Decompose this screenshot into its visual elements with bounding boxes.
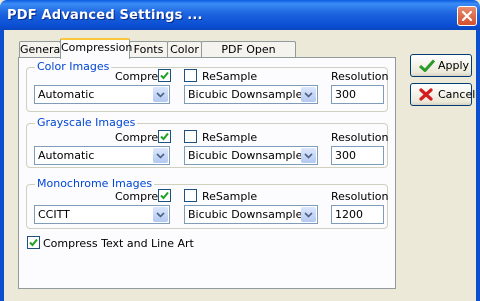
select-value: Bicubic Downsample xyxy=(188,88,303,101)
apply-button[interactable]: Apply xyxy=(410,54,472,77)
cancel-button[interactable]: Cancel xyxy=(410,83,476,106)
tab-pdf-open-options[interactable]: PDF Open Options xyxy=(201,41,296,71)
input-value: 300 xyxy=(335,88,356,101)
select-value: CCITT xyxy=(38,208,70,221)
color-method-select[interactable]: Automatic xyxy=(34,85,170,104)
close-button[interactable] xyxy=(457,6,477,26)
dropdown-button[interactable] xyxy=(301,148,316,163)
dropdown-button[interactable] xyxy=(153,87,168,102)
mono-method-select[interactable]: CCITT xyxy=(34,205,170,224)
chevron-down-icon xyxy=(304,92,313,98)
chevron-down-icon xyxy=(304,212,313,218)
color-resample-checkbox[interactable] xyxy=(184,69,197,82)
resample-label: ReSample xyxy=(202,190,258,203)
group-title: Color Images xyxy=(35,60,112,74)
group-title: Grayscale Images xyxy=(35,116,138,130)
checkmark-icon xyxy=(160,132,169,141)
compress-text-label: Compress Text and Line Art xyxy=(43,237,194,250)
color-resolution-input[interactable]: 300 xyxy=(331,85,384,104)
title-bar: PDF Advanced Settings ... xyxy=(0,0,480,30)
checkmark-icon xyxy=(160,71,169,80)
chevron-down-icon xyxy=(156,153,165,159)
input-value: 300 xyxy=(335,149,356,162)
dropdown-button[interactable] xyxy=(301,207,316,222)
grayscale-downsample-select[interactable]: Bicubic Downsample xyxy=(184,146,318,165)
tab-general[interactable]: General xyxy=(19,41,64,58)
resolution-label: Resolution xyxy=(331,70,389,83)
dropdown-button[interactable] xyxy=(153,207,168,222)
tab-fonts[interactable]: Fonts xyxy=(129,41,168,58)
checkmark-icon xyxy=(419,59,435,72)
window-title: PDF Advanced Settings ... xyxy=(7,8,203,23)
window-frame-right xyxy=(476,30,480,301)
mono-resolution-input[interactable]: 1200 xyxy=(331,205,384,224)
group-title: Monochrome Images xyxy=(35,177,155,191)
chevron-down-icon xyxy=(156,92,165,98)
resolution-label: Resolution xyxy=(331,131,389,144)
tab-label: Fonts xyxy=(133,43,164,56)
compress-text-checkbox[interactable] xyxy=(27,236,40,249)
tab-compression[interactable]: Compression xyxy=(60,38,133,59)
chevron-down-icon xyxy=(156,212,165,218)
chevron-down-icon xyxy=(304,153,313,159)
dropdown-button[interactable] xyxy=(301,87,316,102)
grayscale-resolution-input[interactable]: 300 xyxy=(331,146,384,165)
select-value: Automatic xyxy=(38,88,95,101)
grayscale-resample-checkbox[interactable] xyxy=(184,130,197,143)
window-frame-left xyxy=(0,30,4,301)
resample-label: ReSample xyxy=(202,70,258,83)
checkmark-icon xyxy=(160,191,169,200)
tab-label: General xyxy=(20,43,64,56)
tab-color[interactable]: Color xyxy=(167,41,202,58)
resample-label: ReSample xyxy=(202,131,258,144)
mono-resample-checkbox[interactable] xyxy=(184,189,197,202)
mono-compress-checkbox[interactable] xyxy=(158,189,171,202)
select-value: Automatic xyxy=(38,149,95,162)
grayscale-method-select[interactable]: Automatic xyxy=(34,146,170,165)
tab-label: Compression xyxy=(61,41,133,54)
color-downsample-select[interactable]: Bicubic Downsample xyxy=(184,85,318,104)
button-label: Apply xyxy=(438,59,470,72)
select-value: Bicubic Downsample xyxy=(188,208,303,221)
close-icon xyxy=(461,10,473,22)
color-compress-checkbox[interactable] xyxy=(158,69,171,82)
input-value: 1200 xyxy=(335,208,363,221)
select-value: Bicubic Downsample xyxy=(188,149,303,162)
red-x-icon xyxy=(419,88,433,101)
resolution-label: Resolution xyxy=(331,190,389,203)
button-label: Cancel xyxy=(438,88,476,101)
mono-downsample-select[interactable]: Bicubic Downsample xyxy=(184,205,318,224)
grayscale-compress-checkbox[interactable] xyxy=(158,130,171,143)
checkmark-icon xyxy=(29,238,38,247)
tab-label: Color xyxy=(170,43,199,56)
dropdown-button[interactable] xyxy=(153,148,168,163)
